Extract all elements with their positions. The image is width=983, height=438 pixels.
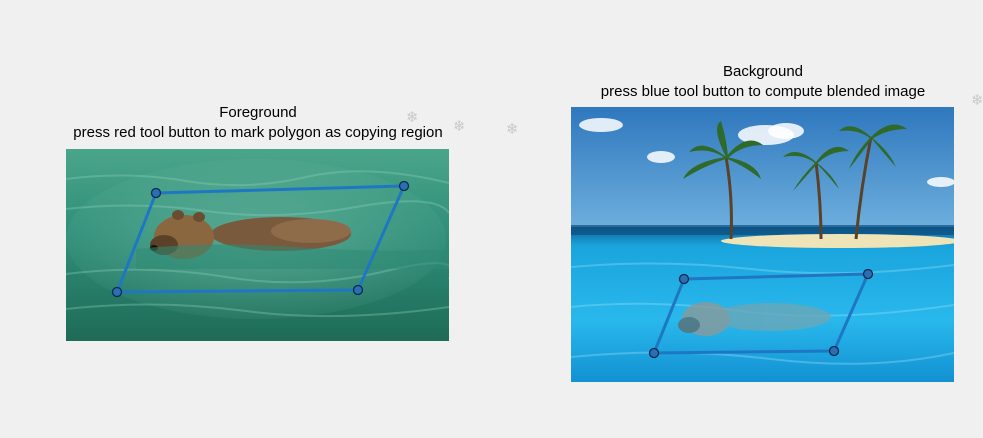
snowflake-icon: ❄ xyxy=(406,109,419,126)
snowflake-icon: ❄ xyxy=(971,92,983,109)
foreground-image-axes[interactable] xyxy=(66,149,449,341)
background-title: Background xyxy=(722,63,804,80)
polygon-vertex-handle[interactable] xyxy=(648,347,660,359)
snowflake-icon: ❄ xyxy=(506,121,519,138)
background-title-block: Background press blue tool button to com… xyxy=(560,62,966,102)
background-image-axes[interactable] xyxy=(571,107,954,382)
polygon-vertex-handle[interactable] xyxy=(828,345,840,357)
foreground-title: Foreground xyxy=(219,104,297,121)
background-image[interactable] xyxy=(571,107,954,382)
foreground-instruction: press red tool button to mark polygon as… xyxy=(73,124,443,141)
polygon-vertex-handle[interactable] xyxy=(150,187,162,199)
foreground-image[interactable] xyxy=(66,149,449,341)
polygon-vertex-handle[interactable] xyxy=(352,284,364,296)
polygon-vertex-handle[interactable] xyxy=(678,273,690,285)
snowflake-icon: ❄ xyxy=(453,118,466,135)
background-instruction: press blue tool button to compute blende… xyxy=(600,83,926,100)
polygon-vertex-handle[interactable] xyxy=(111,286,123,298)
polygon-vertex-handle[interactable] xyxy=(862,268,874,280)
polygon-vertex-handle[interactable] xyxy=(398,180,410,192)
foreground-title-block: Foreground press red tool button to mark… xyxy=(48,103,468,143)
